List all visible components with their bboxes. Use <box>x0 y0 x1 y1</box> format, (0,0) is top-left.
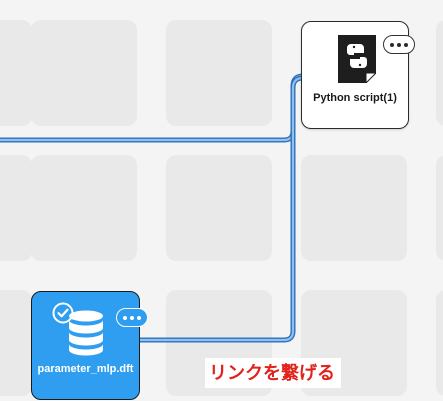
empty-grid-slot[interactable] <box>31 155 137 261</box>
empty-grid-slot[interactable] <box>31 20 137 126</box>
python-script-label: Python script(1) <box>313 92 397 104</box>
workflow-canvas[interactable]: Python script(1) parameter_mlp.dft リンクを繋… <box>0 0 443 401</box>
instruction-annotation: リンクを繋げる <box>205 358 341 388</box>
node-menu-button[interactable] <box>383 35 415 54</box>
empty-grid-slot[interactable] <box>436 155 443 261</box>
empty-grid-slot[interactable] <box>166 20 272 126</box>
dataset-node[interactable]: parameter_mlp.dft <box>31 291 148 400</box>
empty-grid-slot[interactable] <box>0 20 32 126</box>
database-icon <box>69 310 103 356</box>
python-file-icon <box>338 35 376 83</box>
empty-grid-slot[interactable] <box>0 290 32 396</box>
empty-grid-slot[interactable] <box>436 290 443 396</box>
empty-grid-slot[interactable] <box>0 155 32 261</box>
more-dots-icon <box>123 315 127 320</box>
node-menu-button[interactable] <box>116 308 148 327</box>
empty-grid-slot[interactable] <box>301 155 407 261</box>
dataset-label: parameter_mlp.dft <box>37 363 134 375</box>
empty-grid-slot[interactable] <box>166 155 272 261</box>
empty-grid-slot[interactable] <box>436 20 443 126</box>
more-dots-icon <box>390 42 394 47</box>
python-script-node[interactable]: Python script(1) <box>301 21 415 129</box>
